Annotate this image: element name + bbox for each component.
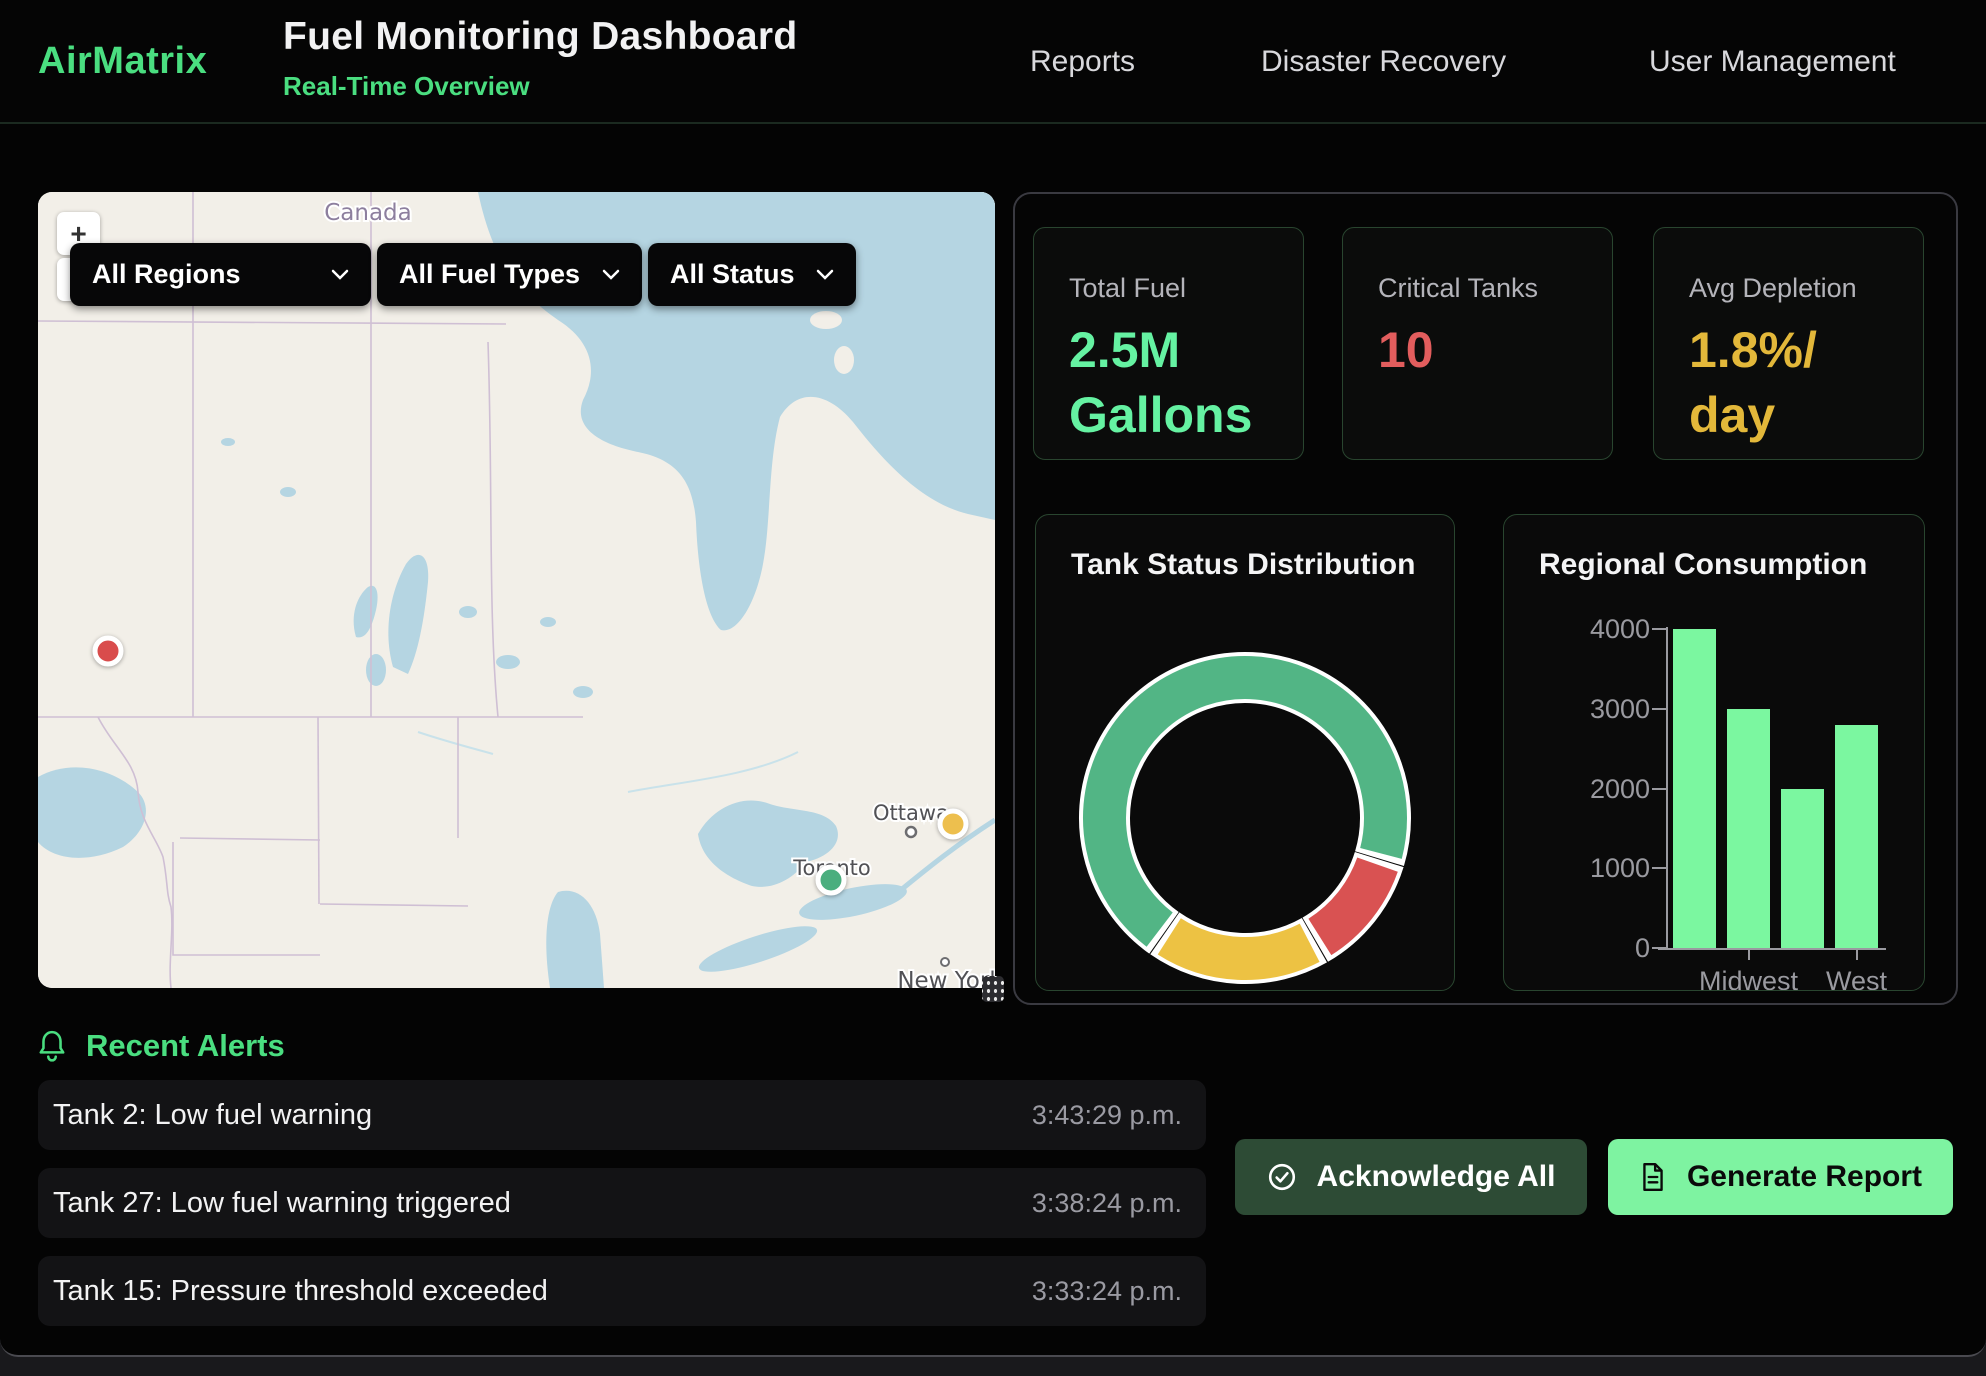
tank-status-chart-card: Tank Status Distribution (1035, 514, 1455, 991)
header: AirMatrix Fuel Monitoring Dashboard Real… (0, 0, 1986, 124)
bar-1[interactable] (1727, 709, 1770, 948)
y-tick-label: 0 (1590, 933, 1650, 964)
region-filter-select[interactable]: All Regions (70, 243, 371, 306)
alert-time: 3:38:24 p.m. (1032, 1188, 1182, 1219)
acknowledge-all-label: Acknowledge All (1317, 1160, 1556, 1194)
map-lake (280, 487, 296, 497)
chevron-down-icon (331, 269, 349, 280)
y-tick-mark (1652, 947, 1666, 949)
fuel-type-filter-value: All Fuel Types (399, 259, 580, 290)
acknowledge-all-button[interactable]: Acknowledge All (1235, 1139, 1587, 1215)
stat-value: 2.5MGallons (1069, 318, 1273, 448)
alert-time: 3:33:24 p.m. (1032, 1276, 1182, 1307)
map-town-dot-new-york (941, 958, 949, 966)
status-filter-value: All Status (670, 259, 795, 290)
map-filters: All Regions All Fuel Types All Status (70, 243, 856, 306)
generate-report-button[interactable]: Generate Report (1608, 1139, 1953, 1215)
region-filter-value: All Regions (92, 259, 241, 290)
y-tick-label: 3000 (1590, 694, 1650, 725)
map-island (834, 346, 854, 374)
x-tick-mark (1856, 950, 1858, 960)
y-tick-mark (1652, 788, 1666, 790)
stat-card-avg-depletion: Avg Depletion 1.8%/day (1653, 227, 1924, 460)
alert-text: Tank 27: Low fuel warning triggered (53, 1187, 511, 1220)
map-lake (366, 654, 386, 686)
alert-row[interactable]: Tank 27: Low fuel warning triggered 3:38… (38, 1168, 1206, 1238)
chart-title: Tank Status Distribution (1071, 548, 1415, 582)
y-tick-mark (1652, 708, 1666, 710)
alert-text: Tank 15: Pressure threshold exceeded (53, 1275, 548, 1308)
stat-label: Total Fuel (1069, 273, 1273, 304)
recent-alerts-header: Recent Alerts (38, 1028, 285, 1064)
map-lake (459, 606, 477, 618)
stat-label: Avg Depletion (1689, 273, 1893, 304)
y-tick-label: 2000 (1590, 774, 1650, 805)
tank-status-donut-chart[interactable] (1036, 515, 1455, 991)
bar-2[interactable] (1781, 789, 1824, 949)
document-icon (1639, 1162, 1667, 1192)
map-lake (221, 438, 235, 446)
stat-label: Critical Tanks (1378, 273, 1582, 304)
alert-time: 3:43:29 p.m. (1032, 1100, 1182, 1131)
map-label-canada: Canada (324, 200, 412, 226)
alert-text: Tank 2: Low fuel warning (53, 1099, 372, 1132)
bar-0[interactable] (1673, 629, 1716, 948)
title-block: Fuel Monitoring Dashboard Real-Time Over… (283, 15, 797, 102)
stats-panel: Total Fuel 2.5MGallons Critical Tanks 10… (1013, 192, 1958, 1005)
page-title: Fuel Monitoring Dashboard (283, 15, 797, 59)
chevron-down-icon (816, 269, 834, 280)
y-tick-label: 4000 (1590, 614, 1650, 645)
stat-card-critical-tanks: Critical Tanks 10 (1342, 227, 1613, 460)
nav-reports[interactable]: Reports (1030, 0, 1135, 124)
map-town-dot-ottawa (906, 827, 916, 837)
status-filter-select[interactable]: All Status (648, 243, 856, 306)
stat-value: 1.8%/day (1689, 318, 1893, 448)
regional-consumption-bar-chart[interactable]: 01000200030004000MidwestWest (1504, 515, 1925, 991)
map-canvas[interactable]: Canada Ottawa Toronto New York (38, 192, 995, 988)
y-tick-label: 1000 (1590, 853, 1650, 884)
generate-report-label: Generate Report (1687, 1160, 1922, 1194)
map[interactable]: Canada Ottawa Toronto New York + − All R… (38, 192, 995, 988)
map-lake (540, 617, 556, 627)
nav-user-management[interactable]: User Management (1649, 0, 1896, 124)
app-frame: AirMatrix Fuel Monitoring Dashboard Real… (0, 0, 1986, 1357)
bell-icon (38, 1030, 66, 1062)
chart-title: Regional Consumption (1539, 548, 1867, 582)
map-lake (496, 655, 520, 669)
resize-handle-icon[interactable] (982, 976, 1004, 1002)
map-marker-normal[interactable] (816, 865, 847, 896)
brand-logo: AirMatrix (38, 40, 207, 83)
nav-disaster-recovery[interactable]: Disaster Recovery (1261, 0, 1506, 124)
x-tick-mark (1748, 950, 1750, 960)
map-lake (573, 686, 593, 698)
map-island (810, 311, 842, 329)
y-tick-mark (1652, 867, 1666, 869)
alert-row[interactable]: Tank 2: Low fuel warning 3:43:29 p.m. (38, 1080, 1206, 1150)
map-marker-warning[interactable] (938, 809, 969, 840)
y-axis-line (1666, 627, 1668, 948)
map-label-new-york: New York (897, 968, 995, 988)
donut-segment-warning[interactable] (1169, 936, 1309, 958)
chevron-down-icon (602, 269, 620, 280)
map-marker-critical[interactable] (93, 636, 124, 667)
stat-value: 10 (1378, 318, 1582, 383)
x-axis-line (1658, 948, 1886, 950)
check-circle-icon (1267, 1162, 1297, 1192)
alert-row[interactable]: Tank 15: Pressure threshold exceeded 3:3… (38, 1256, 1206, 1326)
fuel-type-filter-select[interactable]: All Fuel Types (377, 243, 642, 306)
y-tick-mark (1652, 628, 1666, 630)
regional-consumption-chart-card: Regional Consumption 01000200030004000Mi… (1503, 514, 1925, 991)
recent-alerts-title: Recent Alerts (86, 1028, 285, 1064)
x-category-label: West (1787, 966, 1926, 991)
bar-3[interactable] (1835, 725, 1878, 948)
page-subtitle: Real-Time Overview (283, 71, 797, 102)
stat-card-total-fuel: Total Fuel 2.5MGallons (1033, 227, 1304, 460)
